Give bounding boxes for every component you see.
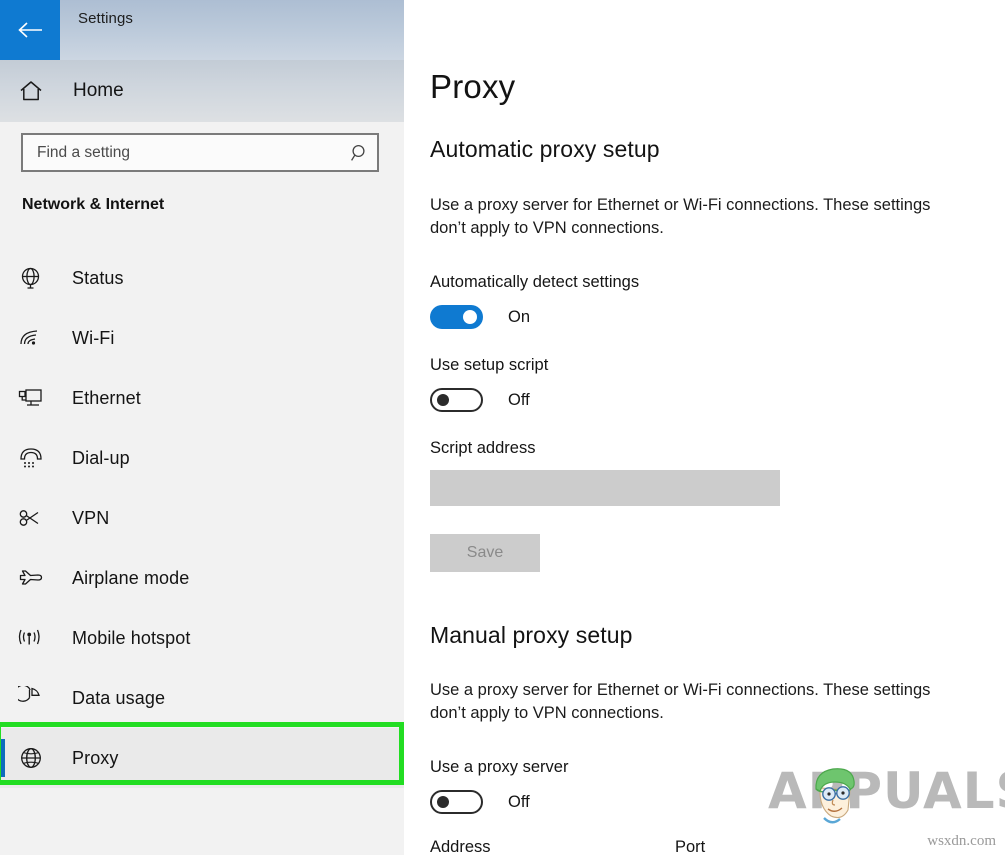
sidebar-item-label: Wi-Fi xyxy=(72,327,115,348)
automatic-proxy-setup-heading: Automatic proxy setup xyxy=(430,136,660,162)
dialup-icon xyxy=(17,444,45,472)
sidebar-item-proxy[interactable]: Proxy xyxy=(0,728,404,788)
sidebar-nav-list: Status Wi-Fi Ethernet Dial-up VPN Airpla… xyxy=(0,248,404,788)
auto-detect-settings-label: Automatically detect settings xyxy=(430,273,640,291)
sidebar-item-label: Dial-up xyxy=(72,447,130,468)
back-button[interactable] xyxy=(0,0,60,60)
pie-chart-icon xyxy=(17,684,45,712)
manual-proxy-description: Use a proxy server for Ethernet or Wi-Fi… xyxy=(430,681,931,723)
search-box[interactable] xyxy=(21,133,379,172)
manual-proxy-setup-heading: Manual proxy setup xyxy=(430,622,633,648)
sidebar-item-label: Ethernet xyxy=(72,387,141,408)
toggle-knob xyxy=(437,796,449,808)
vpn-key-icon xyxy=(17,504,45,532)
main-content: Proxy Automatic proxy setup Use a proxy … xyxy=(404,0,1005,855)
toggle-knob xyxy=(437,394,449,406)
globe-icon xyxy=(17,744,45,772)
sidebar-item-data-usage[interactable]: Data usage xyxy=(0,668,404,728)
save-script-button[interactable]: Save xyxy=(430,534,540,572)
back-arrow-icon xyxy=(17,21,43,39)
port-label: Port xyxy=(675,838,706,855)
window-title: Settings xyxy=(78,10,133,27)
selected-indicator-bar xyxy=(0,739,5,777)
use-proxy-server-toggle[interactable] xyxy=(430,790,483,814)
sidebar-item-label: Proxy xyxy=(72,747,119,768)
sidebar-item-home-label: Home xyxy=(73,80,124,101)
use-setup-script-toggle-row: Off xyxy=(430,388,530,412)
home-icon xyxy=(18,78,44,104)
wifi-icon xyxy=(17,324,45,352)
sidebar-item-home[interactable]: Home xyxy=(0,60,404,122)
search-icon[interactable] xyxy=(343,143,377,163)
address-label: Address xyxy=(430,838,491,855)
use-setup-script-label: Use setup script xyxy=(430,356,549,374)
use-setup-script-state: Off xyxy=(508,390,530,409)
sidebar-item-ethernet[interactable]: Ethernet xyxy=(0,368,404,428)
sidebar-item-wifi[interactable]: Wi-Fi xyxy=(0,308,404,368)
use-setup-script-toggle[interactable] xyxy=(430,388,483,412)
sidebar-item-label: Data usage xyxy=(72,687,166,708)
automatic-proxy-description: Use a proxy server for Ethernet or Wi-Fi… xyxy=(430,196,931,238)
airplane-icon xyxy=(17,564,45,592)
globe-icon xyxy=(17,264,45,292)
auto-detect-settings-toggle[interactable] xyxy=(430,305,483,329)
auto-detect-settings-state: On xyxy=(508,307,531,326)
sidebar-item-dial-up[interactable]: Dial-up xyxy=(0,428,404,488)
use-proxy-server-state: Off xyxy=(508,792,530,811)
script-address-label: Script address xyxy=(430,439,536,457)
use-proxy-server-label: Use a proxy server xyxy=(430,758,569,776)
title-bar: Settings xyxy=(0,0,1005,60)
sidebar-item-airplane-mode[interactable]: Airplane mode xyxy=(0,548,404,608)
sidebar-item-label: Status xyxy=(72,267,124,288)
settings-window: Settings Home Network & Internet xyxy=(0,0,1005,855)
page-title: Proxy xyxy=(430,68,516,105)
sidebar-category-title: Network & Internet xyxy=(22,196,165,213)
sidebar-item-vpn[interactable]: VPN xyxy=(0,488,404,548)
ethernet-icon xyxy=(17,384,45,412)
sidebar: Home Network & Internet xyxy=(0,60,404,855)
sidebar-item-label: Mobile hotspot xyxy=(72,627,191,648)
address-port-labels-row: Address Port xyxy=(430,838,990,855)
sidebar-item-label: VPN xyxy=(72,507,110,528)
toggle-knob xyxy=(463,310,477,324)
mobile-hotspot-icon xyxy=(17,624,45,652)
search-input[interactable] xyxy=(23,143,343,162)
title-bar-content-area xyxy=(404,0,1005,60)
sidebar-item-mobile-hotspot[interactable]: Mobile hotspot xyxy=(0,608,404,668)
use-proxy-server-toggle-row: Off xyxy=(430,790,530,814)
auto-detect-settings-toggle-row: On xyxy=(430,305,530,329)
sidebar-item-label: Airplane mode xyxy=(72,567,190,588)
script-address-input[interactable] xyxy=(430,470,780,506)
sidebar-item-status[interactable]: Status xyxy=(0,248,404,308)
